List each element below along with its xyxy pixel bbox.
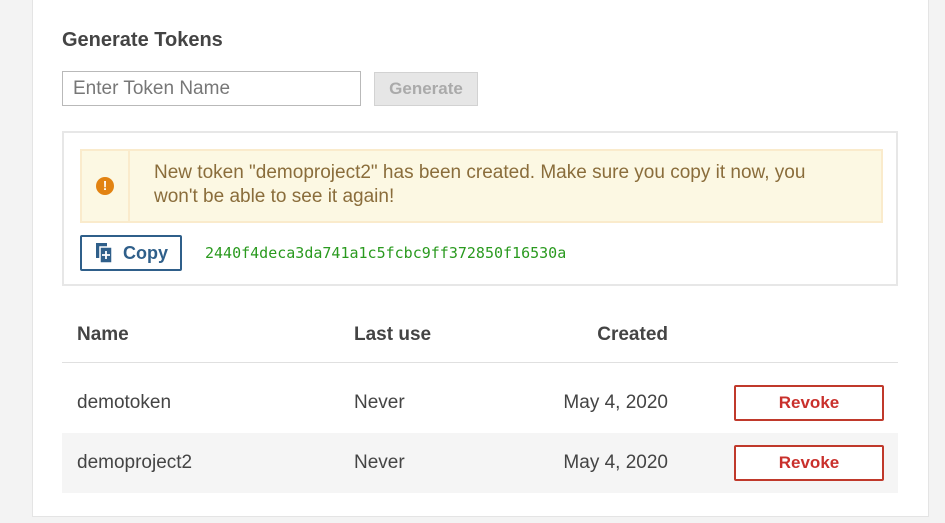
exclamation-circle-icon: ! [96, 177, 114, 195]
copy-icon [96, 243, 112, 263]
revoke-button[interactable]: Revoke [734, 445, 884, 481]
access-tokens-panel: Generate Tokens Generate ! New token "de… [32, 0, 929, 517]
token-name: demotoken [77, 392, 172, 413]
token-created: May 4, 2020 [563, 392, 668, 413]
header-divider [62, 362, 898, 363]
warning-alert: ! New token "demoproject2" has been crea… [80, 149, 883, 223]
alert-icon-cell: ! [82, 151, 130, 221]
alert-message: New token "demoproject2" has been create… [154, 162, 806, 207]
generate-button[interactable]: Generate [374, 72, 478, 106]
column-header-name: Name [77, 324, 129, 345]
table-row: demoproject2 Never May 4, 2020 Revoke [62, 433, 898, 493]
copy-button[interactable]: Copy [80, 235, 182, 271]
column-header-last-use: Last use [354, 324, 432, 345]
token-last-use: Never [354, 392, 405, 413]
revoke-button[interactable]: Revoke [734, 385, 884, 421]
token-name: demoproject2 [77, 452, 193, 473]
new-token-box: ! New token "demoproject2" has been crea… [62, 131, 898, 286]
column-header-created: Created [597, 324, 668, 345]
token-created: May 4, 2020 [563, 452, 668, 473]
section-title: Generate Tokens [62, 29, 223, 51]
copy-label: Copy [123, 243, 168, 263]
token-name-input[interactable] [62, 71, 361, 106]
table-row: demotoken Never May 4, 2020 Revoke [62, 373, 898, 433]
token-last-use: Never [354, 452, 405, 473]
token-value: 2440f4deca3da741a1c5fcbc9ff372850f16530a [205, 244, 567, 262]
